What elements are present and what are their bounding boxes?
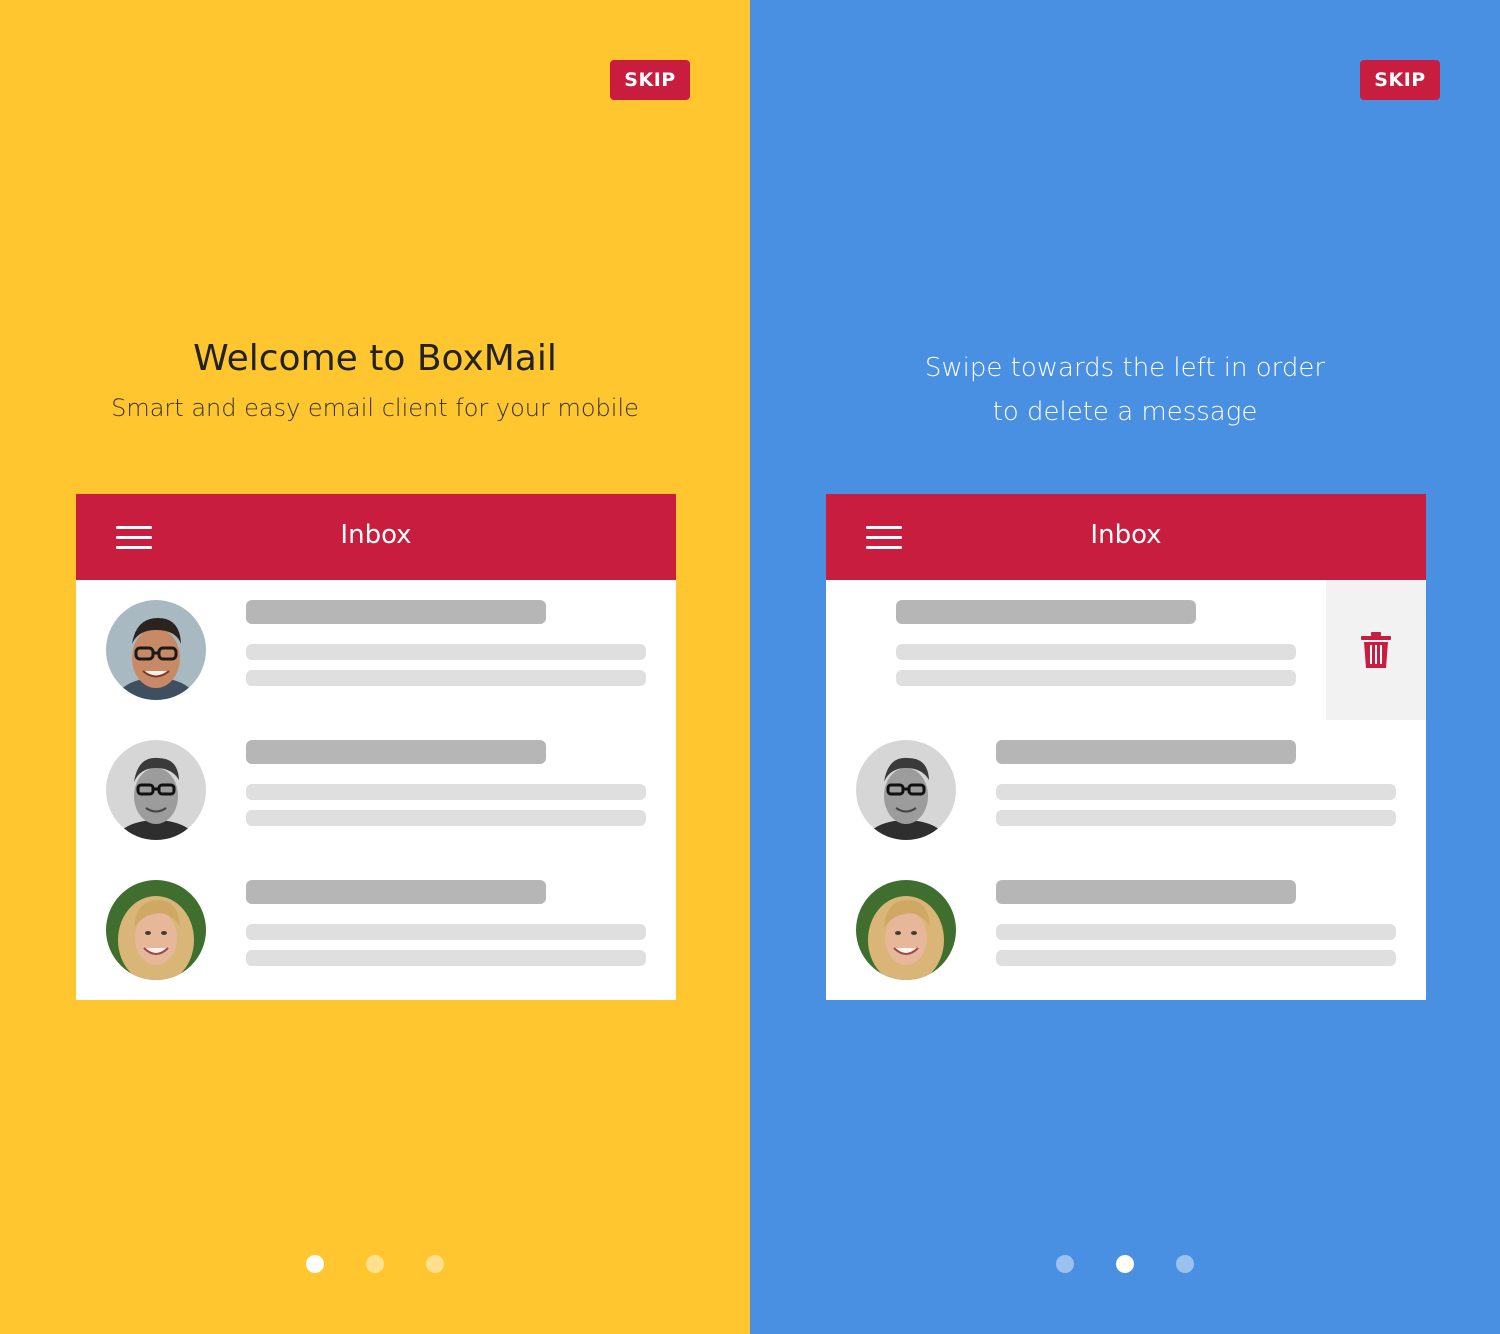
preview-line-placeholder xyxy=(996,810,1396,826)
avatar xyxy=(106,600,206,700)
message-row[interactable] xyxy=(826,720,1426,860)
skip-button[interactable]: SKIP xyxy=(1360,60,1440,100)
message-row[interactable] xyxy=(76,860,676,1000)
page-dot-1[interactable] xyxy=(1056,1255,1074,1273)
trash-icon xyxy=(1361,632,1391,668)
swipe-instruction: Swipe towards the left in order to delet… xyxy=(750,346,1500,434)
inbox-title: Inbox xyxy=(1090,520,1162,550)
preview-line-placeholder xyxy=(896,670,1296,686)
page-indicator xyxy=(1056,1255,1196,1273)
instruction-line-2: to delete a message xyxy=(992,397,1258,427)
subject-placeholder xyxy=(246,880,546,904)
preview-line-placeholder xyxy=(246,810,646,826)
avatar xyxy=(856,740,956,840)
message-row[interactable] xyxy=(826,860,1426,1000)
subject-placeholder xyxy=(896,600,1196,624)
page-dot-2[interactable] xyxy=(366,1255,384,1273)
subject-placeholder xyxy=(996,880,1296,904)
delete-action[interactable] xyxy=(1326,580,1426,720)
subject-placeholder xyxy=(996,740,1296,764)
inbox-title: Inbox xyxy=(340,520,412,550)
preview-line-placeholder xyxy=(996,924,1396,940)
page-dot-3[interactable] xyxy=(426,1255,444,1273)
page-dot-3[interactable] xyxy=(1176,1255,1194,1273)
preview-line-placeholder xyxy=(246,670,646,686)
subject-placeholder xyxy=(246,600,546,624)
preview-line-placeholder xyxy=(246,784,646,800)
subject-placeholder xyxy=(246,740,546,764)
page-indicator xyxy=(306,1255,446,1273)
page-dot-1[interactable] xyxy=(306,1255,324,1273)
inbox-preview-card: Inbox xyxy=(76,494,676,1000)
preview-line-placeholder xyxy=(246,924,646,940)
welcome-title: Welcome to BoxMail xyxy=(193,338,557,379)
message-row[interactable] xyxy=(76,720,676,860)
inbox-app-bar: Inbox xyxy=(76,494,676,580)
preview-line-placeholder xyxy=(996,784,1396,800)
page-dot-2[interactable] xyxy=(1116,1255,1134,1273)
avatar xyxy=(856,880,956,980)
instruction-line-1: Swipe towards the left in order xyxy=(924,353,1326,383)
preview-line-placeholder xyxy=(996,950,1396,966)
swiped-message-row[interactable] xyxy=(826,580,1296,720)
message-row[interactable] xyxy=(76,580,676,720)
inbox-app-bar: Inbox xyxy=(826,494,1426,580)
welcome-subtitle: Smart and easy email client for your mob… xyxy=(111,394,639,422)
onboarding-screen-welcome: SKIP Welcome to BoxMail Smart and easy e… xyxy=(0,0,750,1334)
preview-line-placeholder xyxy=(246,644,646,660)
skip-button[interactable]: SKIP xyxy=(610,60,690,100)
inbox-preview-card: Inbox xyxy=(826,494,1426,1000)
avatar xyxy=(106,740,206,840)
avatar xyxy=(106,880,206,980)
preview-line-placeholder xyxy=(896,644,1296,660)
onboarding-screen-swipe-delete: SKIP Swipe towards the left in order to … xyxy=(750,0,1500,1334)
preview-line-placeholder xyxy=(246,950,646,966)
